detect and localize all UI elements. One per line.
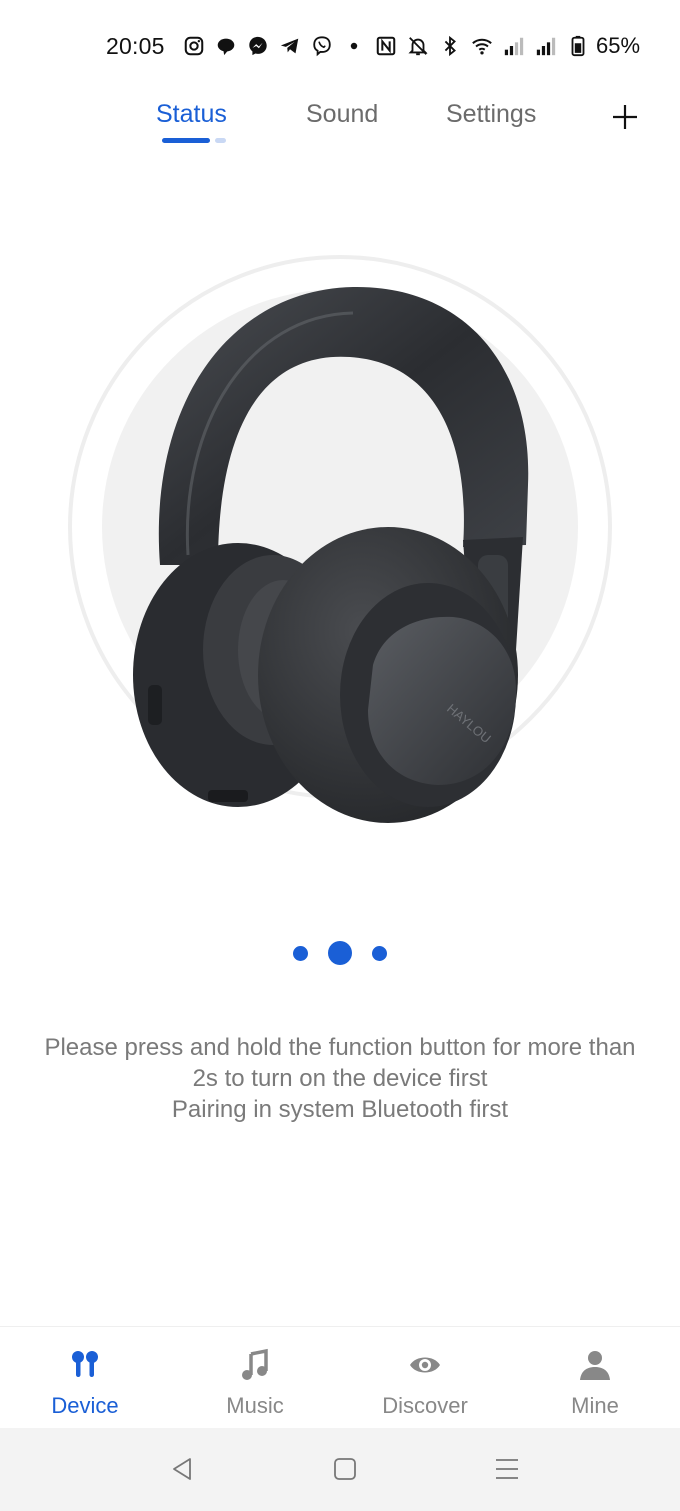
eye-icon <box>407 1347 443 1383</box>
carousel-dot[interactable] <box>293 945 308 961</box>
music-note-icon <box>237 1347 273 1383</box>
dot-icon <box>342 34 366 58</box>
nfc-icon <box>374 34 398 58</box>
nav-item-device[interactable]: Device <box>0 1327 170 1427</box>
home-icon <box>334 1458 356 1480</box>
chat-bubble-icon <box>214 34 238 58</box>
instruction-line: Please press and hold the function butto… <box>44 1034 636 1061</box>
instruction-line: Pairing in system Bluetooth first <box>171 1096 509 1123</box>
earbuds-icon <box>67 1347 103 1383</box>
system-navigation-bar <box>0 1428 680 1511</box>
back-icon <box>173 1458 191 1480</box>
recents-button[interactable] <box>492 1454 522 1484</box>
recents-icon <box>496 1459 518 1479</box>
telegram-icon <box>278 34 302 58</box>
add-device-button[interactable] <box>608 100 642 134</box>
nav-item-discover[interactable]: Discover <box>340 1327 510 1427</box>
bluetooth-icon <box>438 34 462 58</box>
nav-label: Device <box>51 1393 119 1418</box>
signal-icon <box>502 34 526 58</box>
nav-item-mine[interactable]: Mine <box>510 1327 680 1427</box>
signal-icon <box>534 34 558 58</box>
nav-item-music[interactable]: Music <box>170 1327 340 1427</box>
tab-status[interactable]: Status <box>156 100 227 129</box>
person-icon <box>577 1347 613 1383</box>
status-bar: 20:05 65% <box>0 28 680 64</box>
carousel-dot-active[interactable] <box>328 941 352 965</box>
messenger-icon <box>246 34 270 58</box>
headphones-illustration: HAYLOU <box>68 255 612 823</box>
home-button[interactable] <box>330 1454 360 1484</box>
status-icons: 65% <box>182 32 640 60</box>
carousel-dot[interactable] <box>372 945 387 961</box>
battery-icon <box>566 34 590 58</box>
instagram-icon <box>182 34 206 58</box>
top-tabs: Status Sound Settings <box>0 96 680 156</box>
tab-sound[interactable]: Sound <box>306 100 378 129</box>
bell-off-icon <box>406 34 430 58</box>
tab-indicator-dot <box>215 138 226 143</box>
status-time: 20:05 <box>106 33 165 59</box>
battery-percentage: 65% <box>596 33 641 58</box>
plus-icon <box>613 105 637 129</box>
viber-icon <box>310 34 334 58</box>
pairing-instructions: Please press and hold the function butto… <box>0 1032 680 1125</box>
back-button[interactable] <box>168 1454 198 1484</box>
nav-label: Music <box>226 1393 284 1418</box>
instruction-line: 2s to turn on the device first <box>192 1065 488 1092</box>
wifi-icon <box>470 34 494 58</box>
tab-active-indicator <box>162 138 210 143</box>
carousel-indicator <box>0 940 680 966</box>
product-image: HAYLOU <box>68 255 612 823</box>
bottom-nav: Device Music Discover Mine <box>0 1326 680 1426</box>
nav-label: Mine <box>571 1393 619 1418</box>
tab-settings[interactable]: Settings <box>446 100 536 129</box>
nav-label: Discover <box>382 1393 468 1418</box>
